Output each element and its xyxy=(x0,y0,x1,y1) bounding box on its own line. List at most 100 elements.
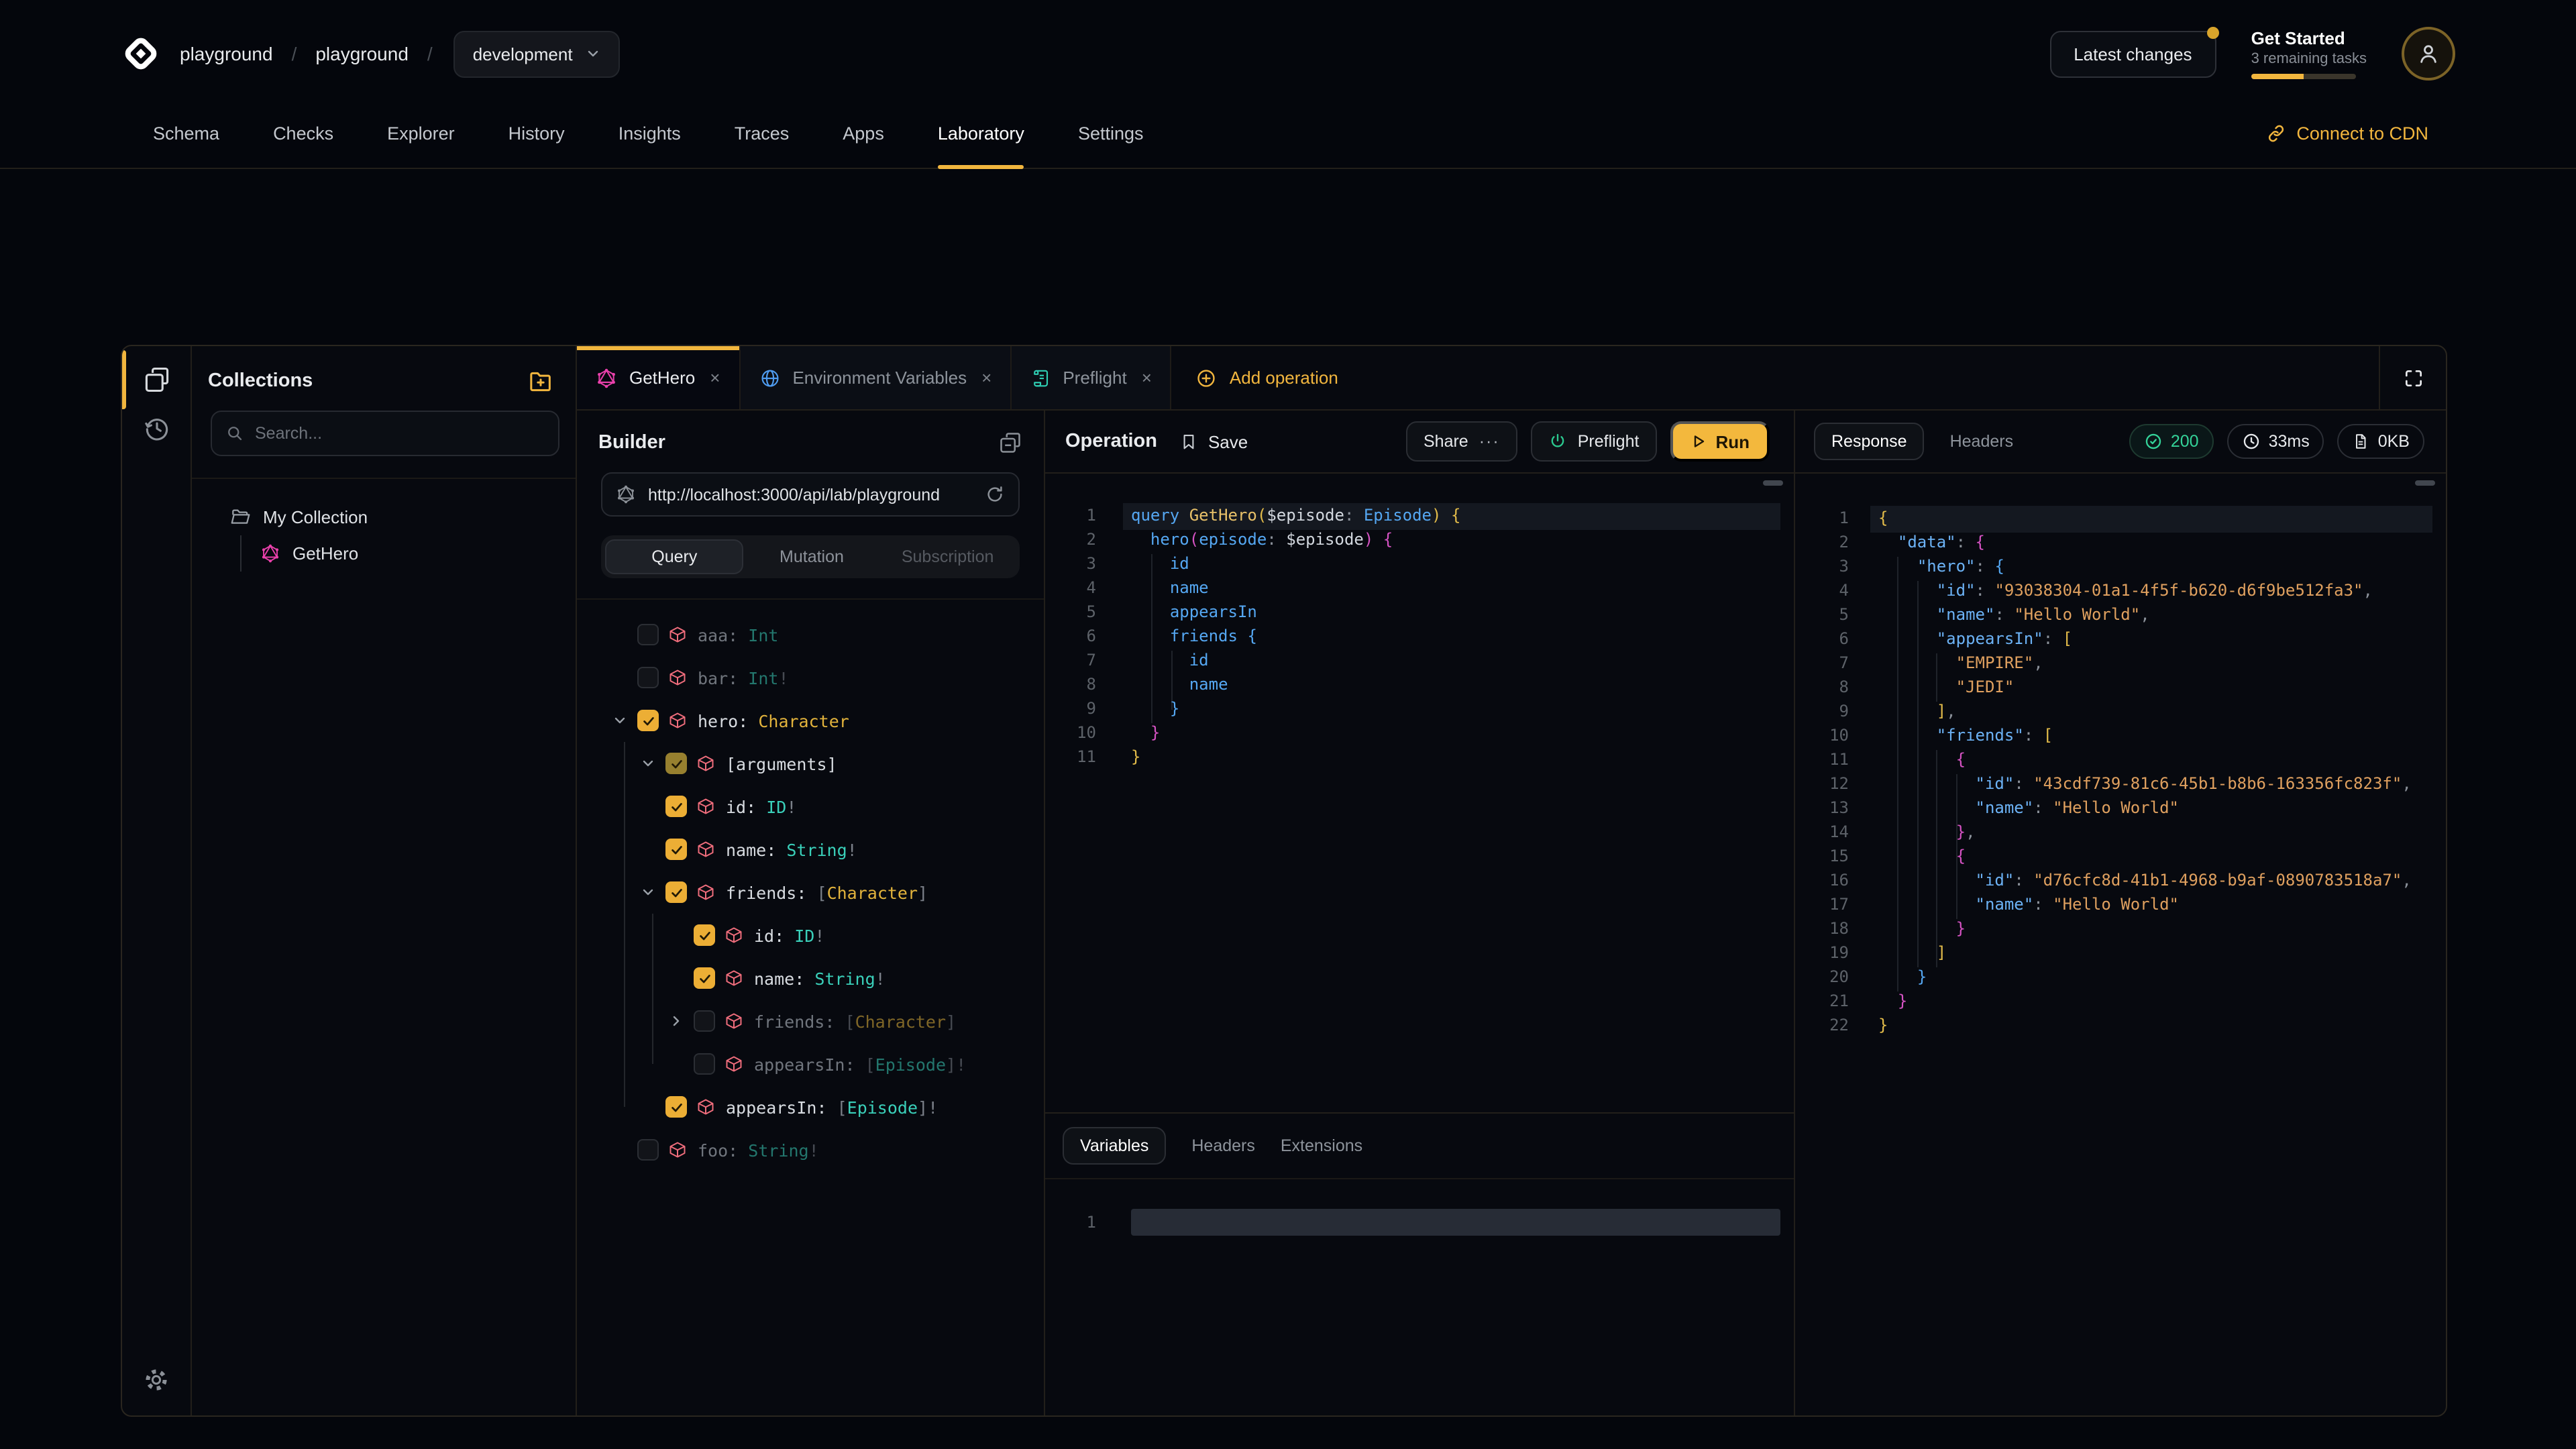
field-checkbox[interactable] xyxy=(694,1053,715,1075)
top-bar: playground / playground / development La… xyxy=(0,0,2576,169)
variables-editor[interactable]: 1 xyxy=(1045,1179,1794,1415)
nav-tab-laboratory[interactable]: Laboratory xyxy=(938,98,1024,168)
builder-title: Builder xyxy=(598,432,665,453)
share-button[interactable]: Share ··· xyxy=(1406,421,1517,462)
chevron-down-icon[interactable] xyxy=(611,712,627,729)
latest-changes-button[interactable]: Latest changes xyxy=(2049,30,2216,77)
field-type: ID! xyxy=(756,796,796,816)
field-checkbox[interactable] xyxy=(694,924,715,946)
environment-selector[interactable]: development xyxy=(454,30,620,77)
op-type-mutation[interactable]: Mutation xyxy=(744,539,880,574)
field-checkbox[interactable] xyxy=(637,624,659,645)
connect-to-cdn-link[interactable]: Connect to CDN xyxy=(2265,123,2428,143)
save-button[interactable]: Save xyxy=(1180,431,1248,451)
nav-tab-explorer[interactable]: Explorer xyxy=(387,98,455,168)
chevron-down-icon[interactable] xyxy=(639,884,655,900)
breadcrumb-project[interactable]: playground xyxy=(315,43,409,64)
check-icon xyxy=(669,756,684,771)
endpoint-url-input[interactable]: http://localhost:3000/api/lab/playground xyxy=(601,472,1020,517)
graphql-endpoint-icon xyxy=(616,484,636,504)
collapse-builder-button[interactable] xyxy=(998,431,1022,455)
op-type-query[interactable]: Query xyxy=(605,539,744,574)
tab-response-headers[interactable]: Headers xyxy=(1950,432,2014,451)
nav-tab-traces[interactable]: Traces xyxy=(735,98,790,168)
field-row-name[interactable]: name: String! xyxy=(577,828,1044,871)
user-avatar[interactable] xyxy=(2402,27,2455,80)
tab-variables[interactable]: Variables xyxy=(1063,1127,1166,1165)
field-row-aaa[interactable]: aaa: Int xyxy=(577,613,1044,656)
field-row-appearsIn[interactable]: appearsIn: [Episode]! xyxy=(577,1085,1044,1128)
field-row-friends[interactable]: friends: [Character] xyxy=(577,1000,1044,1042)
breadcrumb-org[interactable]: playground xyxy=(180,43,273,64)
field-checkbox[interactable] xyxy=(665,796,687,817)
collection-folder[interactable]: My Collection xyxy=(192,498,576,535)
type-cube-icon xyxy=(724,969,743,987)
field-checkbox[interactable] xyxy=(637,667,659,688)
history-rail-button[interactable] xyxy=(142,413,171,443)
close-tab-icon[interactable]: × xyxy=(981,368,991,388)
field-row-appearsIn[interactable]: appearsIn: [Episode]! xyxy=(577,1042,1044,1085)
field-checkbox[interactable] xyxy=(694,967,715,989)
refresh-schema-button[interactable] xyxy=(985,484,1005,504)
nav-tab-insights[interactable]: Insights xyxy=(619,98,681,168)
field-row-id[interactable]: id: ID! xyxy=(577,914,1044,957)
tab-preflight[interactable]: Preflight× xyxy=(1012,346,1172,409)
chevron-down-icon[interactable] xyxy=(639,755,655,771)
get-started-widget[interactable]: Get Started 3 remaining tasks xyxy=(2251,28,2367,79)
query-editor[interactable]: 1query GetHero($episode: Episode) {2 her… xyxy=(1045,474,1794,1112)
expand-toggle[interactable] xyxy=(609,710,629,731)
chevron-right-icon[interactable] xyxy=(667,1013,684,1029)
field-checkbox[interactable] xyxy=(694,1010,715,1032)
preflight-button[interactable]: Preflight xyxy=(1531,421,1657,462)
expand-toggle[interactable] xyxy=(665,1011,686,1031)
field-row-friends[interactable]: friends: [Character] xyxy=(577,871,1044,914)
settings-rail-button[interactable] xyxy=(142,1366,170,1394)
run-button[interactable]: Run xyxy=(1670,421,1770,462)
new-collection-button[interactable] xyxy=(527,368,554,394)
field-row-bar[interactable]: bar: Int! xyxy=(577,656,1044,699)
field-row-arguments[interactable]: [arguments] xyxy=(577,742,1044,785)
op-type-subscription[interactable]: Subscription xyxy=(879,539,1016,574)
field-checkbox[interactable] xyxy=(637,1139,659,1161)
field-checkbox[interactable] xyxy=(665,839,687,860)
fullscreen-button[interactable] xyxy=(2379,346,2446,409)
field-checkbox[interactable] xyxy=(637,710,659,731)
line-number: 18 xyxy=(1795,919,1849,938)
tab-extensions[interactable]: Extensions xyxy=(1281,1136,1362,1155)
field-row-name[interactable]: name: String! xyxy=(577,957,1044,1000)
expand-toggle[interactable] xyxy=(637,882,657,902)
chevron-spacer xyxy=(637,796,657,816)
collections-rail-button[interactable] xyxy=(142,365,171,394)
globe-icon xyxy=(759,367,780,388)
add-operation-button[interactable]: Add operation xyxy=(1172,346,1362,409)
operation-tab-strip: GetHero×Environment Variables×Preflight×… xyxy=(577,346,2446,411)
tab-gethero[interactable]: GetHero× xyxy=(577,346,740,409)
hive-logo[interactable] xyxy=(121,34,161,74)
nav-tab-checks[interactable]: Checks xyxy=(273,98,333,168)
check-icon xyxy=(669,885,684,900)
tab-headers[interactable]: Headers xyxy=(1191,1136,1255,1155)
collection-operation-gethero[interactable]: GetHero xyxy=(240,535,576,572)
field-checkbox[interactable] xyxy=(665,753,687,774)
field-row-foo[interactable]: foo: String! xyxy=(577,1128,1044,1171)
tab-environment-variables[interactable]: Environment Variables× xyxy=(740,346,1012,409)
nav-tab-settings[interactable]: Settings xyxy=(1078,98,1144,168)
duration-badge: 33ms xyxy=(2227,424,2324,459)
field-row-id[interactable]: id: ID! xyxy=(577,785,1044,828)
field-checkbox[interactable] xyxy=(665,1096,687,1118)
play-icon xyxy=(1690,433,1706,449)
scrollbar-thumb[interactable] xyxy=(2415,480,2435,486)
field-row-hero[interactable]: hero: Character xyxy=(577,699,1044,742)
close-tab-icon[interactable]: × xyxy=(710,368,720,388)
collections-search-input[interactable]: Search... xyxy=(211,411,559,456)
close-tab-icon[interactable]: × xyxy=(1142,368,1152,388)
response-editor[interactable]: 1{2 "data": {3 "hero": {4 "id": "9303830… xyxy=(1795,474,2446,1415)
nav-tab-history[interactable]: History xyxy=(508,98,565,168)
nav-tab-schema[interactable]: Schema xyxy=(153,98,219,168)
type-cube-icon xyxy=(668,625,687,644)
field-checkbox[interactable] xyxy=(665,881,687,903)
tab-response[interactable]: Response xyxy=(1814,423,1925,460)
scrollbar-thumb[interactable] xyxy=(1763,480,1783,486)
nav-tab-apps[interactable]: Apps xyxy=(843,98,884,168)
expand-toggle[interactable] xyxy=(637,753,657,773)
